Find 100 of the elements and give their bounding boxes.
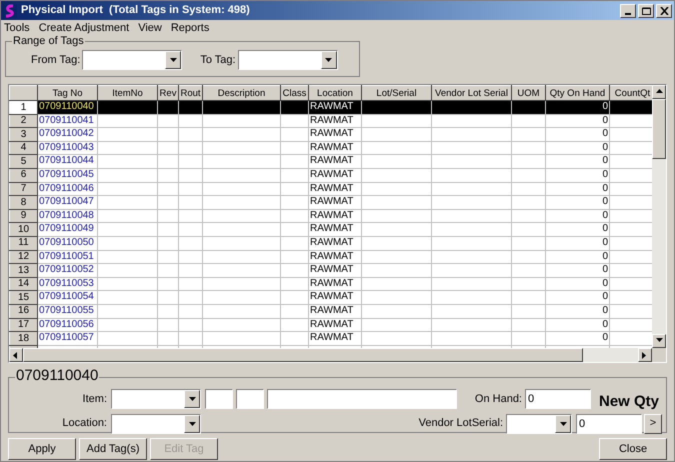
menu-item[interactable]: View (138, 20, 162, 36)
column-header[interactable]: Description (202, 86, 280, 100)
scroll-right-button[interactable] (638, 348, 652, 362)
column-header[interactable]: Location (308, 86, 362, 100)
row-number: 10 (10, 222, 38, 236)
scroll-down-button[interactable] (652, 334, 666, 348)
table-row[interactable]: 4 0709110043 RAWMAT 0 (10, 141, 652, 155)
menu-item[interactable]: Create Adjustment (38, 20, 130, 36)
scrollbar-corner (652, 348, 666, 362)
up-arrow-icon (656, 88, 662, 96)
column-header[interactable]: UOM (512, 86, 546, 100)
column-header[interactable]: Tag No (38, 86, 98, 100)
close-button[interactable] (656, 4, 672, 18)
table-row[interactable]: 13 0709110052 RAWMAT 0 (10, 264, 652, 278)
item-dropdown[interactable] (111, 389, 201, 410)
table-row[interactable]: 8 0709110047 RAWMAT 0 (10, 196, 652, 210)
table-cell: 0 (546, 182, 610, 196)
scroll-thumb[interactable] (652, 99, 666, 159)
table-row[interactable]: 10 0709110049 RAWMAT 0 (10, 222, 652, 236)
vertical-scrollbar[interactable] (652, 85, 666, 348)
table-cell: RAWMAT (308, 182, 362, 196)
table-cell: RAWMAT (308, 114, 362, 128)
table-cell: RAWMAT (308, 141, 362, 155)
column-header[interactable]: CountQt (610, 86, 652, 100)
from-tag-dropdown[interactable] (82, 50, 182, 70)
table-cell: 0709110055 (38, 304, 98, 318)
row-number: 9 (10, 209, 38, 223)
table-row[interactable]: 15 0709110054 RAWMAT 0 (10, 290, 652, 304)
table-cell: 0 (546, 304, 610, 318)
table-row[interactable]: 12 0709110051 RAWMAT 0 (10, 250, 652, 264)
table-cell: RAWMAT (308, 290, 362, 304)
table-row[interactable]: 5 0709110044 RAWMAT 0 (10, 154, 652, 168)
table-row[interactable]: 18 0709110057 RAWMAT 0 (10, 332, 652, 346)
minimize-icon (625, 12, 631, 14)
table-row[interactable]: 7 0709110046 RAWMAT 0 (10, 182, 652, 196)
table-cell: RAWMAT (308, 128, 362, 142)
table-row[interactable]: 16 0709110055 RAWMAT 0 (10, 304, 652, 318)
table-row[interactable]: 9 0709110048 RAWMAT 0 (10, 209, 652, 223)
column-header[interactable]: Vendor Lot Serial (432, 86, 512, 100)
column-header[interactable]: Lot/Serial (362, 86, 432, 100)
table-cell: 0709110056 (38, 318, 98, 332)
table-cell: RAWMAT (308, 250, 362, 264)
table-cell: RAWMAT (308, 304, 362, 318)
action-button[interactable]: Apply (8, 438, 76, 460)
column-header[interactable]: Qty On Hand (546, 86, 610, 100)
column-header[interactable]: Rev (158, 86, 178, 100)
rout-field[interactable] (236, 389, 264, 410)
column-header[interactable]: Rout (178, 86, 202, 100)
next-button[interactable]: > (644, 414, 662, 434)
maximize-button[interactable] (638, 4, 654, 18)
column-header[interactable]: ItemNo (98, 86, 158, 100)
scroll-up-button[interactable] (652, 85, 666, 99)
rev-field[interactable] (205, 389, 233, 410)
table-cell: 0709110047 (38, 196, 98, 210)
table-cell: 0 (546, 250, 610, 264)
table-cell: 0 (546, 318, 610, 332)
table-cell: 0 (546, 154, 610, 168)
table-row[interactable]: 1 0709110040 RAWMAT 0 (10, 100, 652, 114)
table-cell: RAWMAT (308, 222, 362, 236)
table-cell: RAWMAT (308, 168, 362, 182)
vendor-lot-serial-dropdown[interactable] (506, 414, 572, 434)
scroll-left-button[interactable] (9, 348, 23, 362)
table-cell: 0709110040 (38, 100, 98, 114)
table-row[interactable]: 17 0709110056 RAWMAT 0 (10, 318, 652, 332)
table-cell: 0709110057 (38, 332, 98, 346)
row-number: 2 (10, 114, 38, 128)
table-cell: 0 (546, 290, 610, 304)
maximize-icon (642, 6, 650, 14)
down-arrow-icon (188, 422, 196, 426)
table-cell: 0709110054 (38, 290, 98, 304)
row-number: 3 (10, 128, 38, 142)
table-cell: RAWMAT (308, 332, 362, 346)
table-cell: 0709110046 (38, 182, 98, 196)
table-row[interactable]: 2 0709110041 RAWMAT 0 (10, 114, 652, 128)
description-field[interactable] (267, 389, 457, 410)
table-cell: RAWMAT (308, 318, 362, 332)
table-cell: 0709110049 (38, 222, 98, 236)
table-row[interactable]: 14 0709110053 RAWMAT 0 (10, 277, 652, 291)
to-tag-dropdown[interactable] (238, 50, 338, 70)
table-cell: 0 (546, 209, 610, 223)
action-button[interactable]: Add Tag(s) (79, 438, 147, 460)
table-cell: 0709110052 (38, 264, 98, 278)
column-header[interactable]: Class (280, 86, 308, 100)
location-dropdown[interactable] (111, 414, 201, 434)
close-button[interactable]: Close (599, 438, 667, 460)
table-row[interactable]: 11 0709110050 RAWMAT 0 (10, 236, 652, 250)
menu-item[interactable]: Reports (170, 20, 210, 36)
table-cell: 0 (546, 236, 610, 250)
table-cell: 0 (546, 168, 610, 182)
new-qty-field[interactable]: 0 (576, 414, 642, 434)
down-arrow-icon (170, 58, 177, 62)
on-hand-field[interactable]: 0 (525, 389, 591, 410)
table-cell: 0709110043 (38, 141, 98, 155)
table-cell: 0709110050 (38, 236, 98, 250)
table-row[interactable]: 6 0709110045 RAWMAT 0 (10, 168, 652, 182)
left-arrow-icon (12, 352, 20, 358)
menu-item[interactable]: Tools (4, 20, 30, 36)
table-row[interactable]: 3 0709110042 RAWMAT 0 (10, 128, 652, 142)
minimize-button[interactable] (620, 4, 636, 18)
table-cell: 0 (546, 100, 610, 114)
